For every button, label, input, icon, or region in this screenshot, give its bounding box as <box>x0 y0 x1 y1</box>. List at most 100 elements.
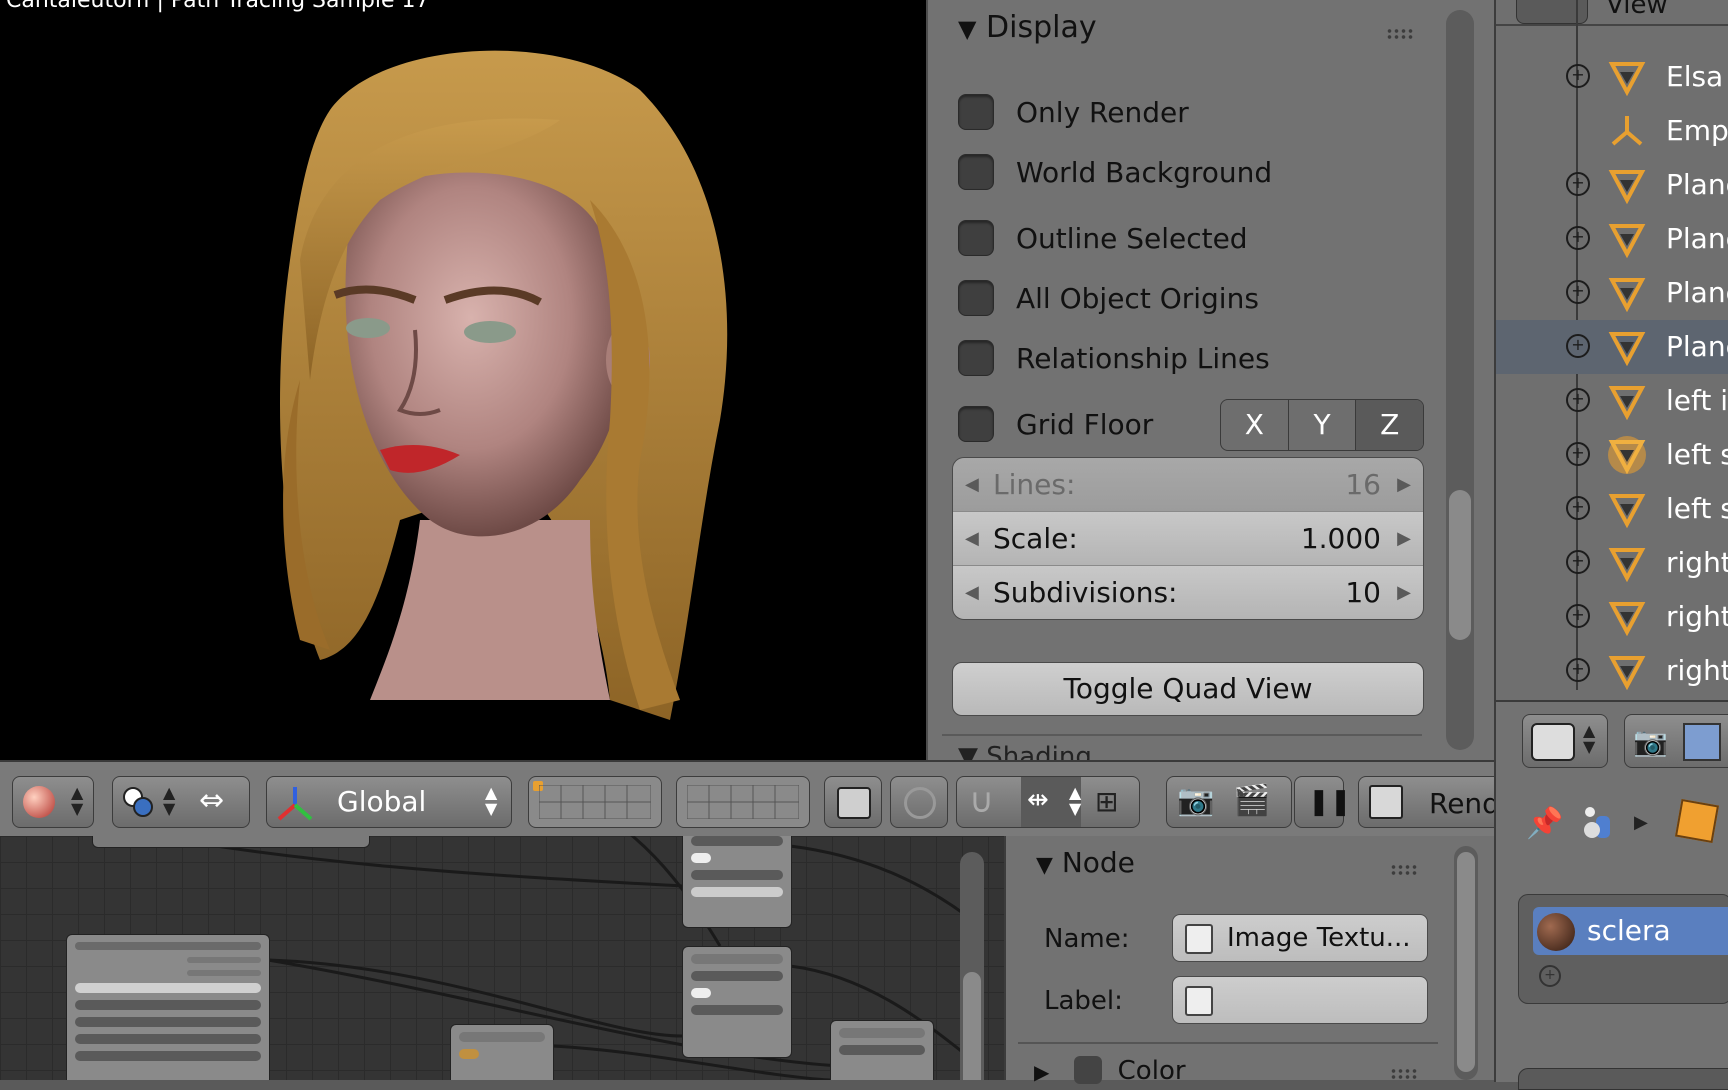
decrement-arrow-icon[interactable]: ◀ <box>965 474 979 495</box>
outliner-item-name[interactable]: left s <box>1666 438 1728 471</box>
only-render-checkbox[interactable] <box>958 94 994 130</box>
outliner-item-active[interactable]: + left s <box>1496 428 1728 482</box>
pause-button[interactable]: ❚❚ <box>1294 776 1352 828</box>
increment-arrow-icon[interactable]: ▶ <box>1397 582 1411 603</box>
axis-z-toggle[interactable]: Z <box>1356 400 1423 450</box>
outliner-view-menu[interactable]: View <box>1606 0 1728 20</box>
only-render-option[interactable]: Only Render <box>958 92 1189 132</box>
expand-icon[interactable]: + <box>1566 550 1590 574</box>
expand-icon[interactable]: + <box>1566 496 1590 520</box>
image-texture-node[interactable] <box>66 934 270 1080</box>
expand-icon[interactable]: + <box>1566 658 1590 682</box>
node-panel-scrollbar[interactable] <box>1454 846 1478 1080</box>
render-layers-icon[interactable] <box>1683 723 1721 761</box>
all-object-origins-option[interactable]: All Object Origins <box>958 278 1259 318</box>
node-box[interactable] <box>92 836 370 848</box>
world-background-option[interactable]: World Background <box>958 152 1272 192</box>
3d-viewport[interactable]: Cantaleutorfl | Path Tracing Sample 17 <box>0 0 926 760</box>
expand-icon[interactable]: + <box>1566 604 1590 628</box>
outliner-item[interactable]: + right <box>1496 644 1728 698</box>
color-panel-header[interactable]: ▶ Color <box>1034 1056 1186 1086</box>
outliner-item[interactable]: + Plane <box>1496 158 1728 212</box>
outliner-item-name[interactable]: left s <box>1666 492 1728 525</box>
scale-field[interactable]: ◀ Scale: 1.000 ▶ <box>953 512 1423 566</box>
material-slots-list[interactable]: sclera + <box>1518 894 1728 1004</box>
node-panel-header[interactable]: ▼ Node <box>1036 846 1135 879</box>
layers-group-1[interactable] <box>528 776 662 828</box>
material-slot-selected[interactable]: sclera <box>1533 907 1728 955</box>
outline-selected-checkbox[interactable] <box>958 220 994 256</box>
outliner-item-name[interactable]: right <box>1666 600 1728 633</box>
outliner-item-name[interactable]: right <box>1666 654 1728 687</box>
pivot-point-icon[interactable] <box>121 785 155 819</box>
editor-type-dropdown[interactable]: ▲ ▼ <box>1522 714 1608 768</box>
shader-node[interactable] <box>682 946 792 1058</box>
relationship-lines-checkbox[interactable] <box>958 340 994 376</box>
display-panel-header[interactable]: ▼ Display <box>958 10 1097 45</box>
viewport-shading-dropdown[interactable]: ▲ ▼ <box>12 776 94 828</box>
layers-group-2[interactable] <box>676 776 810 828</box>
relationship-lines-option[interactable]: Relationship Lines <box>958 338 1270 378</box>
node-editor-canvas[interactable] <box>0 836 1004 1080</box>
increment-arrow-icon[interactable]: ▶ <box>1397 528 1411 549</box>
shading-panel-header[interactable]: ▼ Shading <box>958 742 1092 760</box>
outliner-item-selected[interactable]: + Plane <box>1496 320 1728 374</box>
node-label-field[interactable] <box>1172 976 1428 1024</box>
node-name-field[interactable]: Image Textu... <box>1172 914 1428 962</box>
expand-icon[interactable]: + <box>1566 226 1590 250</box>
increment-arrow-icon[interactable]: ▶ <box>1397 474 1411 495</box>
outliner-item-name[interactable]: right <box>1666 546 1728 579</box>
display-panel-scrollbar[interactable] <box>1446 10 1474 750</box>
expand-icon[interactable]: + <box>1566 280 1590 304</box>
outliner-item[interactable]: Empt <box>1496 104 1728 158</box>
axis-y-toggle[interactable]: Y <box>1289 400 1357 450</box>
axis-x-toggle[interactable]: X <box>1221 400 1289 450</box>
lines-field[interactable]: ◀ Lines: 16 ▶ <box>953 458 1423 512</box>
add-slot-icon[interactable]: + <box>1539 965 1561 987</box>
expand-icon[interactable]: + <box>1566 442 1590 466</box>
toggle-quad-view-button[interactable]: Toggle Quad View <box>952 662 1424 716</box>
expand-icon[interactable]: + <box>1566 172 1590 196</box>
layer-grid[interactable] <box>539 785 651 819</box>
drag-grip-icon[interactable] <box>1390 864 1418 876</box>
grid-floor-checkbox[interactable] <box>958 406 994 442</box>
grid-floor-option[interactable]: Grid Floor <box>958 404 1153 444</box>
outliner-item[interactable]: + Plane <box>1496 266 1728 320</box>
outliner-item-name[interactable]: Plane <box>1666 330 1728 363</box>
shader-node[interactable] <box>830 1020 934 1080</box>
outliner-item-name[interactable]: Elsa <box>1666 60 1723 93</box>
all-object-origins-checkbox[interactable] <box>958 280 994 316</box>
outliner-item-name[interactable]: Plane <box>1666 276 1728 309</box>
decrement-arrow-icon[interactable]: ◀ <box>965 582 979 603</box>
outliner-item-name[interactable]: left i <box>1666 384 1728 417</box>
shader-node[interactable] <box>450 1024 554 1080</box>
expand-icon[interactable]: + <box>1566 64 1590 88</box>
layer-grid[interactable] <box>687 785 799 819</box>
object-cube-icon[interactable] <box>1674 798 1720 844</box>
scrollbar-thumb[interactable] <box>963 972 981 1080</box>
manipulator-arrows-icon[interactable]: ⇔ <box>199 783 224 818</box>
expand-icon[interactable]: + <box>1566 388 1590 412</box>
expand-icon[interactable]: + <box>1566 334 1590 358</box>
outliner-item-name[interactable]: Plane <box>1666 168 1728 201</box>
object-data-icon[interactable] <box>1582 802 1616 842</box>
shader-node[interactable] <box>682 836 792 928</box>
drag-grip-icon[interactable] <box>1386 28 1414 40</box>
transform-orientation-dropdown[interactable]: Global ▲ ▼ <box>266 776 512 828</box>
decrement-arrow-icon[interactable]: ◀ <box>965 528 979 549</box>
drag-grip-icon[interactable] <box>1390 1068 1418 1080</box>
clapperboard-icon[interactable]: 🎬 <box>1233 783 1270 818</box>
outline-selected-option[interactable]: Outline Selected <box>958 218 1248 258</box>
scrollbar-thumb[interactable] <box>1457 852 1475 1072</box>
magnet-icon[interactable]: ∪ <box>969 781 994 821</box>
outliner-item[interactable]: + Plane <box>1496 212 1728 266</box>
outliner-item[interactable]: + right <box>1496 590 1728 644</box>
snap-target-icon[interactable]: ⊞ <box>1095 785 1118 818</box>
outliner-item-name[interactable]: Empt <box>1666 114 1728 147</box>
outliner-item-name[interactable]: Plane <box>1666 222 1728 255</box>
outliner-item[interactable]: + left i <box>1496 374 1728 428</box>
subdivisions-field[interactable]: ◀ Subdivisions: 10 ▶ <box>953 566 1423 619</box>
camera-render-icon[interactable]: 📷 <box>1177 783 1214 818</box>
outliner-item[interactable]: + right <box>1496 536 1728 590</box>
world-background-checkbox[interactable] <box>958 154 994 190</box>
